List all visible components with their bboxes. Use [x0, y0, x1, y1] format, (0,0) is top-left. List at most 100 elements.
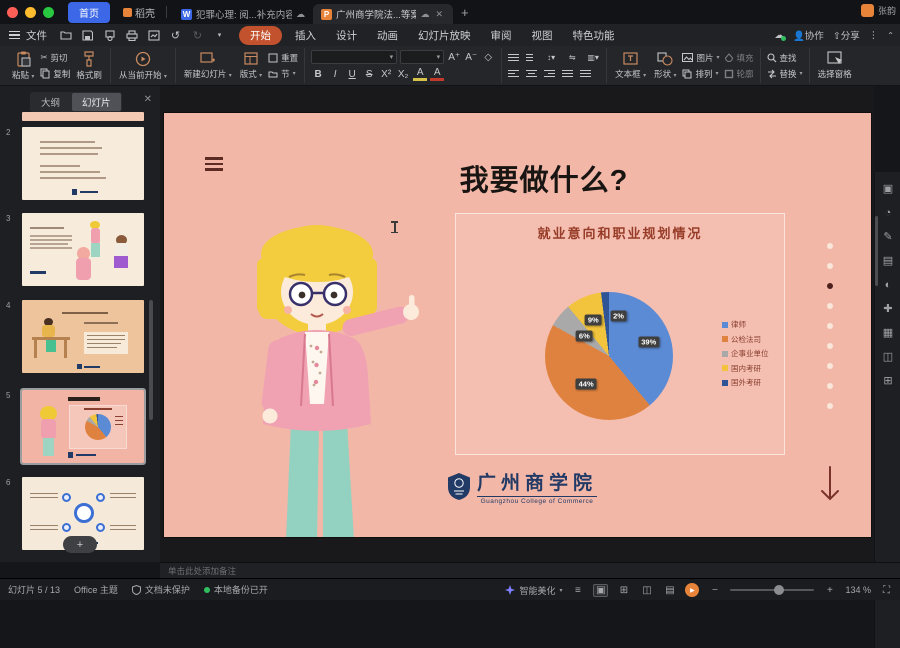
picture-button[interactable]: 图片▾ [682, 52, 719, 64]
italic-button[interactable]: I [328, 69, 342, 80]
rail-tool-icon-5[interactable]: ◐ [881, 278, 895, 292]
notes-view-icon[interactable]: ▤ [662, 585, 677, 596]
columns-icon[interactable]: ▥▾ [586, 53, 600, 62]
outline-tab[interactable]: 大纲 [31, 93, 70, 111]
zoom-slider-knob[interactable] [774, 585, 784, 595]
paste-button[interactable]: 粘贴 ▾ [10, 50, 36, 82]
replace-button[interactable]: 替换▾ [767, 68, 803, 80]
slide-title[interactable]: 我要做什么? [424, 157, 664, 199]
zoom-out-icon[interactable]: − [707, 585, 722, 596]
bold-button[interactable]: B [311, 69, 325, 80]
selection-pane-button[interactable]: 选择窗格 [816, 50, 854, 81]
font-name-select[interactable]: ▾ [311, 50, 397, 64]
file-menu[interactable]: 文件 [26, 28, 47, 43]
notes-area[interactable]: 单击此处添加备注 [160, 562, 900, 578]
highlight-color-button[interactable]: A [413, 67, 427, 81]
close-panel-icon[interactable]: ✕ [144, 94, 152, 105]
rail-tool-icon-9[interactable]: ⊞ [881, 374, 895, 388]
rail-tool-icon-6[interactable]: ✚ [881, 302, 895, 316]
normal-view-icon[interactable]: ≡ [570, 585, 585, 596]
fullscreen-window-button[interactable] [43, 7, 54, 18]
align-center-icon[interactable] [526, 68, 537, 79]
cloud-status-icon[interactable]: ☁ [774, 30, 784, 41]
distribute-icon[interactable] [580, 68, 591, 79]
slide-sorter-view-icon[interactable]: ⊞ [616, 585, 631, 596]
rail-tool-icon-2[interactable]: ◔ [881, 206, 895, 220]
print-preview-icon[interactable] [103, 29, 116, 42]
redo-icon[interactable]: ↻ [191, 29, 204, 42]
align-left-icon[interactable] [508, 68, 519, 79]
slide-thumbnail-5-current[interactable] [22, 390, 144, 463]
menu-slideshow[interactable]: 幻灯片放映 [408, 25, 481, 46]
quickbar-more-icon[interactable]: ▾ [213, 29, 226, 42]
rail-tool-icon-4[interactable]: ▤ [881, 254, 895, 268]
close-window-button[interactable] [7, 7, 18, 18]
more-menu-icon[interactable]: ⋮ [869, 30, 879, 41]
collapse-ribbon-icon[interactable]: ⌃ [887, 31, 894, 40]
chart-object[interactable]: 就业意向和职业规划情况 39% 44% 6% 9% 2% 律师 公检法司 企事业… [455, 213, 785, 455]
text-box-button[interactable]: 文本框 ▾ [613, 50, 648, 81]
find-button[interactable]: 查找 [767, 52, 803, 64]
play-from-current-button[interactable]: 从当前开始 ▾ [117, 50, 169, 82]
slide-thumbnail-2[interactable] [22, 127, 144, 200]
play-slideshow-button[interactable]: ▶ [685, 583, 699, 597]
zoom-slider[interactable] [730, 589, 814, 591]
shapes-button[interactable]: 形状 ▾ [652, 50, 678, 81]
numbered-list-icon[interactable] [526, 52, 537, 63]
save-icon[interactable] [81, 29, 94, 42]
menu-special-features[interactable]: 特色功能 [563, 25, 625, 46]
backup-status[interactable]: 本地备份已开 [204, 583, 268, 596]
document-tab-presentation[interactable]: P 广州商学院法...等案的压力) ☁ ✕ [313, 4, 453, 24]
slide-thumbnail-4[interactable] [22, 300, 144, 373]
user-account[interactable]: 张韵 [861, 4, 896, 17]
protection-status[interactable]: 文档未保护 [132, 583, 190, 596]
font-size-select[interactable]: ▾ [400, 50, 444, 64]
shrink-font-button[interactable]: A⁻ [464, 52, 478, 63]
bullet-list-icon[interactable] [508, 52, 519, 63]
slide-thumbnail-3[interactable] [22, 213, 144, 286]
home-tab[interactable]: 首页 [68, 2, 110, 23]
slide-thumbnail-1[interactable] [22, 112, 144, 121]
preview-icon[interactable] [147, 29, 160, 42]
layout-button[interactable]: 版式 ▾ [238, 50, 264, 81]
rail-tool-icon-3[interactable]: ✎ [881, 230, 895, 244]
pie-chart[interactable]: 39% 44% 6% 9% 2% [545, 292, 673, 420]
rail-tool-icon-7[interactable]: ▦ [881, 326, 895, 340]
close-tab-icon[interactable]: ✕ [433, 9, 445, 20]
menu-design[interactable]: 设计 [326, 25, 367, 46]
line-spacing-icon[interactable]: ↕▾ [544, 53, 558, 62]
zoom-in-icon[interactable]: + [822, 585, 837, 596]
menu-review[interactable]: 审阅 [481, 25, 522, 46]
slide-view-icon[interactable]: ▣ [593, 584, 608, 597]
reset-button[interactable]: 重置 [268, 52, 298, 64]
rail-tool-icon-1[interactable]: ▣ [881, 182, 895, 196]
justify-icon[interactable] [562, 68, 573, 79]
theme-indicator[interactable]: Office 主题 [74, 583, 118, 596]
open-file-icon[interactable] [59, 29, 72, 42]
print-icon[interactable] [125, 29, 138, 42]
menu-home[interactable]: 开始 [239, 26, 282, 45]
reading-view-icon[interactable]: ◫ [639, 585, 654, 596]
section-button[interactable]: 节▾ [268, 68, 298, 80]
arrange-button[interactable]: 排列▾ [682, 68, 719, 80]
subscript-button[interactable]: X₂ [396, 69, 410, 80]
outline-button[interactable]: 轮廓 [724, 68, 754, 80]
main-menu-icon[interactable] [9, 29, 20, 41]
undo-icon[interactable]: ↺ [169, 29, 182, 42]
text-direction-icon[interactable]: ⇋ [565, 53, 579, 62]
menu-view[interactable]: 视图 [522, 25, 563, 46]
current-slide[interactable]: 我要做什么? [164, 113, 871, 537]
share-button[interactable]: ⇧分享 [833, 28, 860, 42]
menu-animation[interactable]: 动画 [367, 25, 408, 46]
smart-beautify-button[interactable]: 智能美化▾ [505, 584, 562, 597]
docer-tab[interactable]: 稻壳 [118, 2, 160, 23]
new-slide-button[interactable]: 新建幻灯片 ▾ [182, 50, 234, 81]
collaborate-button[interactable]: 👤协作 [793, 28, 824, 42]
strikethrough-button[interactable]: S [362, 69, 376, 80]
align-right-icon[interactable] [544, 68, 555, 79]
fit-to-window-icon[interactable]: ⛶ [879, 585, 894, 596]
underline-button[interactable]: U [345, 69, 359, 80]
slides-tab[interactable]: 幻灯片 [72, 93, 121, 111]
document-tab-writer[interactable]: W 犯罪心理: 阅...补充内容版) ☁ [173, 4, 313, 24]
copy-button[interactable]: 复制 [40, 68, 70, 80]
